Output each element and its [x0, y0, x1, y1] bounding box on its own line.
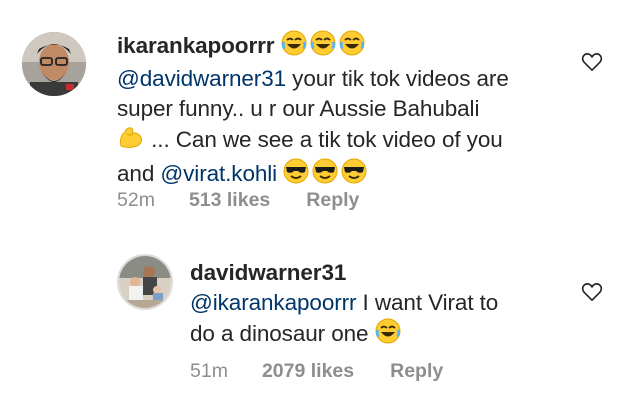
comment-meta: 51m 2079 likes Reply	[190, 360, 443, 383]
comment-text: I want Virat to	[356, 290, 499, 315]
sunglasses-emoji-icon	[283, 158, 367, 192]
mention-link[interactable]: @virat.kohli	[160, 161, 277, 186]
comment-text: and	[117, 161, 161, 186]
comment-text: super funny.. u r our Aussie Bahubali	[117, 96, 480, 121]
muscle-emoji-icon	[117, 124, 145, 158]
comment-text: do a dinosaur one	[190, 321, 369, 346]
comment-text: your tik tok videos are	[286, 66, 509, 91]
comment-username[interactable]: ikarankapoorrr	[117, 33, 275, 58]
reply-button[interactable]: Reply	[306, 189, 359, 212]
heart-icon[interactable]	[581, 52, 603, 72]
comment-meta: 52m 513 likes Reply	[117, 189, 359, 212]
mention-link[interactable]: @ikarankapoorrr	[190, 290, 357, 315]
avatar[interactable]	[22, 32, 86, 96]
laughing-emoji-icon	[281, 30, 365, 64]
avatar-image	[22, 32, 86, 96]
comment-username[interactable]: davidwarner31	[190, 260, 346, 285]
likes-count[interactable]: 2079 likes	[262, 360, 354, 383]
likes-count[interactable]: 513 likes	[189, 189, 270, 212]
comment-body: davidwarner31 @ikarankapoorrr I want Vir…	[190, 258, 590, 352]
comment-time: 51m	[190, 360, 228, 382]
avatar[interactable]	[117, 254, 173, 310]
comment-time: 52m	[117, 189, 155, 211]
comment-body: ikarankapoorrr @davidwarner31 your tik t…	[117, 30, 587, 192]
mention-link[interactable]: @davidwarner31	[117, 66, 286, 91]
comment-text: ... Can we see a tik tok video of you	[151, 127, 503, 152]
laughing-emoji-icon	[375, 318, 401, 352]
reply-button[interactable]: Reply	[390, 360, 443, 383]
avatar-image	[119, 256, 171, 308]
heart-icon[interactable]	[581, 282, 603, 302]
